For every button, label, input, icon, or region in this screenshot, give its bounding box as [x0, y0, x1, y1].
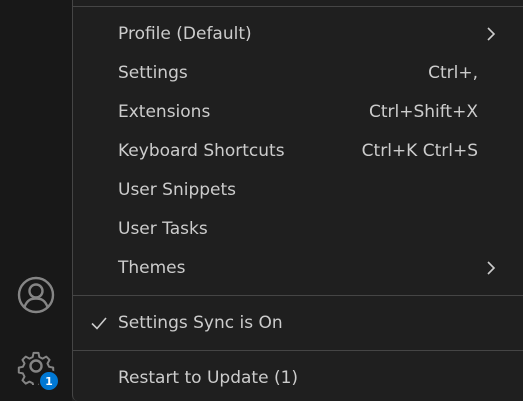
manage-context-menu: Profile (Default) Settings Ctrl+, Extens… — [72, 0, 523, 401]
menu-top-border — [73, 6, 523, 7]
menu-item-user-tasks[interactable]: User Tasks — [73, 212, 523, 246]
menu-separator — [73, 350, 523, 351]
update-badge: 1 — [38, 370, 60, 392]
menu-item-restart-to-update[interactable]: Restart to Update (1) — [73, 361, 523, 395]
menu-item-user-snippets[interactable]: User Snippets — [73, 173, 523, 207]
account-icon[interactable] — [14, 273, 58, 317]
menu-item-extensions[interactable]: Extensions Ctrl+Shift+X — [73, 95, 523, 129]
menu-item-label: Profile (Default) — [118, 24, 252, 44]
menu-item-label: Themes — [118, 258, 186, 278]
menu-item-label: Keyboard Shortcuts — [118, 141, 285, 161]
menu-item-label: Extensions — [118, 102, 211, 122]
menu-item-shortcut: Ctrl+Shift+X — [368, 102, 478, 122]
menu-item-keyboard-shortcuts[interactable]: Keyboard Shortcuts Ctrl+K Ctrl+S — [73, 134, 523, 168]
menu-item-settings[interactable]: Settings Ctrl+, — [73, 56, 523, 90]
menu-item-shortcut: Ctrl+, — [428, 63, 478, 83]
menu-item-profile[interactable]: Profile (Default) — [73, 17, 523, 51]
menu-item-label: User Tasks — [118, 219, 208, 239]
activity-bar: 1 — [0, 0, 72, 401]
chevron-right-icon — [487, 27, 496, 41]
menu-item-label: Restart to Update (1) — [118, 368, 299, 388]
menu-item-settings-sync[interactable]: Settings Sync is On — [73, 306, 523, 340]
menu-item-themes[interactable]: Themes — [73, 251, 523, 285]
menu-item-label: User Snippets — [118, 180, 237, 200]
check-icon — [91, 317, 107, 330]
menu-separator — [73, 295, 523, 296]
menu-item-label: Settings — [118, 63, 188, 83]
menu-item-label: Settings Sync is On — [118, 313, 283, 333]
menu-item-shortcut: Ctrl+K Ctrl+S — [361, 141, 478, 161]
chevron-right-icon — [487, 261, 496, 275]
